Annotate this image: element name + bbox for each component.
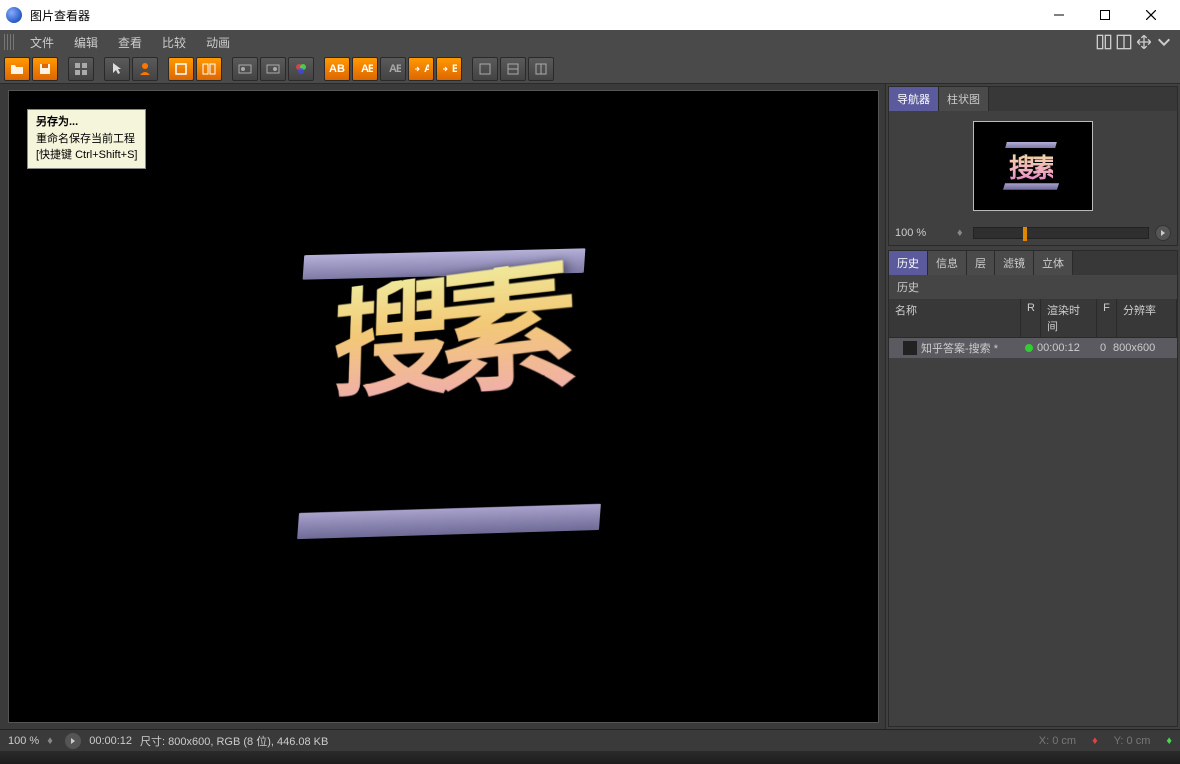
menu-edit[interactable]: 编辑: [64, 31, 108, 54]
history-panel: 历史 信息 层 滤镜 立体 历史 名称 R 渲染时间 F 分辨率 知乎答案-搜索…: [888, 250, 1178, 727]
save-as-tooltip: 另存为... 重命名保存当前工程 [快捷键 Ctrl+Shift+S]: [27, 109, 146, 169]
sidepanel: 导航器 柱状图 搜素 100 % ♦ 历史 信息 层: [885, 84, 1180, 729]
layout-icon-1[interactable]: [1096, 34, 1112, 50]
history-thumb-icon: [903, 341, 917, 355]
move-icon[interactable]: [1136, 34, 1152, 50]
tab-history[interactable]: 历史: [889, 251, 928, 275]
bottom-slab-shape: [297, 503, 601, 538]
maximize-button[interactable]: [1082, 0, 1128, 30]
history-frame: 0: [1093, 342, 1113, 354]
tooltip-title: 另存为...: [36, 114, 137, 131]
status-time: 00:00:12: [89, 735, 132, 747]
user-button[interactable]: [132, 57, 158, 81]
render-text: 搜素: [327, 256, 587, 509]
set-a-button[interactable]: A: [408, 57, 434, 81]
history-section-label: 历史: [889, 275, 1177, 299]
filter-2-button[interactable]: [500, 57, 526, 81]
open-button[interactable]: [4, 57, 30, 81]
history-time: 00:00:12: [1037, 342, 1093, 354]
ab-mode-button[interactable]: AB: [380, 57, 406, 81]
col-f[interactable]: F: [1097, 299, 1117, 337]
navigator-panel: 导航器 柱状图 搜素 100 % ♦: [888, 86, 1178, 246]
split-view-button[interactable]: [196, 57, 222, 81]
col-res[interactable]: 分辨率: [1117, 299, 1177, 337]
viewport-wrap: 另存为... 重命名保存当前工程 [快捷键 Ctrl+Shift+S] 搜素: [0, 84, 885, 729]
col-time[interactable]: 渲染时间: [1041, 299, 1097, 337]
tooltip-desc: 重命名保存当前工程: [36, 131, 137, 148]
render-viewport[interactable]: 另存为... 重命名保存当前工程 [快捷键 Ctrl+Shift+S] 搜素: [8, 90, 879, 723]
bottom-strip: [0, 751, 1180, 764]
titlebar: 图片查看器: [0, 0, 1180, 30]
toolbar: AB AB AB A B: [0, 54, 1180, 84]
svg-text:A: A: [424, 63, 429, 75]
col-name[interactable]: 名称: [889, 299, 1021, 337]
tab-filter[interactable]: 滤镜: [995, 251, 1034, 275]
ab-swap-button[interactable]: AB: [352, 57, 378, 81]
history-name: 知乎答案-搜索 *: [921, 340, 1021, 356]
menu-view[interactable]: 查看: [108, 31, 152, 54]
main-area: 另存为... 重命名保存当前工程 [快捷键 Ctrl+Shift+S] 搜素 导…: [0, 84, 1180, 729]
filter-3-button[interactable]: [528, 57, 554, 81]
cursor-button[interactable]: [104, 57, 130, 81]
layout-icon-2[interactable]: [1116, 34, 1132, 50]
set-b-button[interactable]: B: [436, 57, 462, 81]
status-coord-y: Y: 0 cm: [1106, 735, 1159, 747]
window-controls: [1036, 0, 1174, 30]
channel-r-button[interactable]: [232, 57, 258, 81]
menubar-grip-icon: [4, 34, 16, 50]
collapse-icon[interactable]: [1156, 34, 1172, 50]
svg-text:B: B: [396, 63, 401, 75]
app-icon: [6, 7, 22, 23]
close-button[interactable]: [1128, 0, 1174, 30]
channel-rgb-button[interactable]: [288, 57, 314, 81]
menu-animation[interactable]: 动画: [196, 31, 240, 54]
tab-info[interactable]: 信息: [928, 251, 967, 275]
statusbar: 100 % ♦ 00:00:12 尺寸: 800x600, RGB (8 位),…: [0, 729, 1180, 751]
nav-zoom-value[interactable]: 100 %: [895, 227, 951, 239]
channel-g-button[interactable]: [260, 57, 286, 81]
minimize-button[interactable]: [1036, 0, 1082, 30]
window-title: 图片查看器: [30, 7, 1036, 24]
zoom-spinner-icon[interactable]: ♦: [957, 227, 967, 239]
status-zoom-spinner-icon[interactable]: ♦: [47, 735, 57, 747]
status-play-button[interactable]: [65, 733, 81, 749]
history-row[interactable]: 知乎答案-搜索 * 00:00:12 0 800x600: [889, 338, 1177, 358]
grid-button[interactable]: [68, 57, 94, 81]
svg-text:AB: AB: [329, 63, 345, 75]
status-dot-icon: [1025, 344, 1033, 352]
svg-text:B: B: [452, 63, 457, 75]
tab-navigator[interactable]: 导航器: [889, 87, 939, 111]
menu-file[interactable]: 文件: [20, 31, 64, 54]
menu-compare[interactable]: 比较: [152, 31, 196, 54]
menubar: 文件 编辑 查看 比较 动画: [0, 30, 1180, 54]
nav-zoom-play-button[interactable]: [1155, 225, 1171, 241]
status-info: 尺寸: 800x600, RGB (8 位), 446.08 KB: [140, 733, 328, 749]
nav-zoom-slider[interactable]: [973, 227, 1149, 239]
single-view-button[interactable]: [168, 57, 194, 81]
tab-stereo[interactable]: 立体: [1034, 251, 1073, 275]
col-r[interactable]: R: [1021, 299, 1041, 337]
navigator-thumbnail[interactable]: 搜素: [973, 121, 1093, 211]
save-button[interactable]: [32, 57, 58, 81]
render-preview: 搜素: [244, 209, 644, 569]
tooltip-shortcut: [快捷键 Ctrl+Shift+S]: [36, 147, 137, 164]
tab-layer[interactable]: 层: [967, 251, 995, 275]
status-zoom[interactable]: 100 %: [8, 735, 39, 747]
svg-text:B: B: [368, 63, 373, 75]
history-res: 800x600: [1113, 342, 1173, 354]
ab-compare-button[interactable]: AB: [324, 57, 350, 81]
tab-histogram[interactable]: 柱状图: [939, 87, 989, 111]
status-coord-x: X: 0 cm: [1031, 735, 1084, 747]
filter-1-button[interactable]: [472, 57, 498, 81]
history-columns: 名称 R 渲染时间 F 分辨率: [889, 299, 1177, 338]
